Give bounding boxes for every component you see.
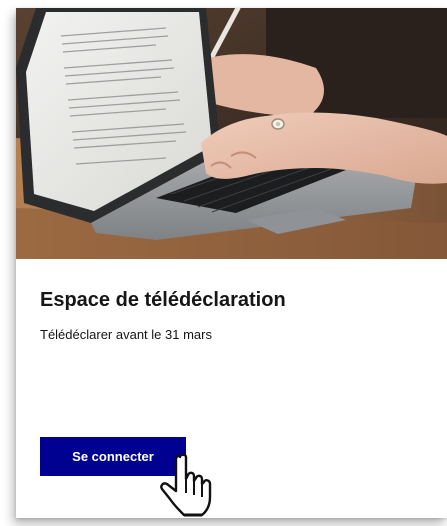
teledeclaration-card: Espace de télédéclaration Télédéclarer a… bbox=[16, 8, 447, 518]
card-subtitle: Télédéclarer avant le 31 mars bbox=[40, 327, 212, 342]
card-title: Espace de télédéclaration bbox=[40, 289, 286, 311]
laptop-typing-photo bbox=[16, 8, 447, 259]
connect-button[interactable]: Se connecter bbox=[40, 437, 186, 476]
